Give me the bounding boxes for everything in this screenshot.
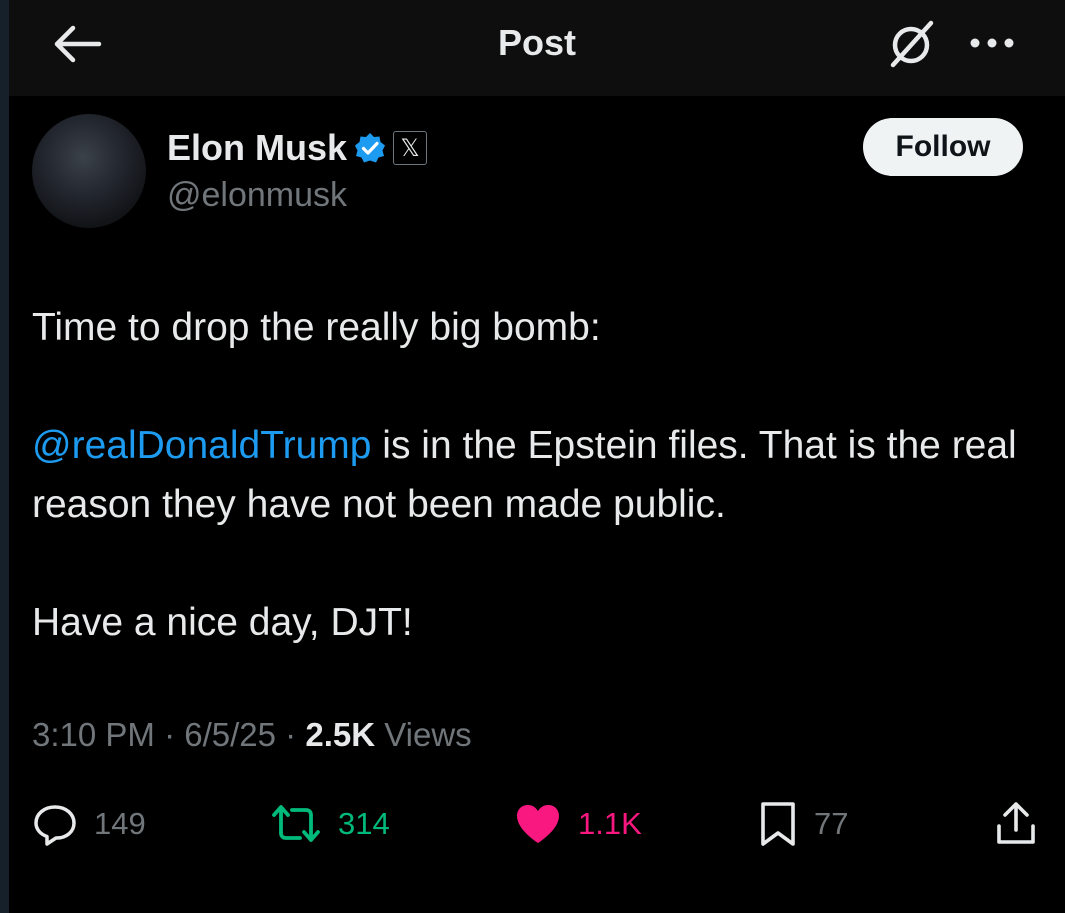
reply-count: 149 (94, 806, 146, 841)
views-count[interactable]: 2.5K (305, 716, 375, 753)
views-label: Views (384, 716, 472, 753)
grok-button[interactable] (881, 18, 941, 70)
post-line: Have a nice day, DJT! (32, 601, 413, 644)
reply-button[interactable]: 149 (32, 800, 146, 848)
post-text: Time to drop the really big bomb: @realD… (32, 298, 1032, 652)
mention-link[interactable]: @realDonaldTrump (32, 424, 371, 467)
post-time[interactable]: 3:10 PM (32, 716, 155, 753)
bookmark-icon (761, 802, 795, 846)
affiliate-badge[interactable]: 𝕏 (393, 131, 428, 165)
post-line: Time to drop the really big bomb: (32, 306, 601, 349)
top-bar: Post (9, 0, 1065, 96)
author-name[interactable]: Elon Musk (167, 127, 347, 169)
post-date[interactable]: 6/5/25 (184, 716, 276, 753)
repost-button[interactable]: 314 (270, 800, 390, 848)
repost-count: 314 (338, 806, 390, 841)
author-name-row: Elon Musk 𝕏 (167, 124, 428, 172)
bookmark-button[interactable]: 77 (758, 800, 848, 848)
follow-button[interactable]: Follow (863, 118, 1023, 176)
reply-icon (34, 805, 76, 846)
like-icon (517, 805, 559, 843)
post-paragraph: @realDonaldTrump is in the Epstein files… (32, 416, 1032, 534)
grok-icon (890, 20, 934, 68)
meta-separator: · (285, 716, 306, 753)
avatar[interactable] (32, 114, 146, 228)
more-options-button[interactable] (961, 26, 1023, 60)
bookmark-count: 77 (814, 806, 849, 841)
meta-separator: · (164, 716, 185, 753)
window-edge (0, 0, 9, 913)
share-icon (997, 802, 1035, 844)
verified-badge-icon (355, 133, 386, 163)
like-count: 1.1K (578, 806, 642, 841)
post-meta: 3:10 PM · 6/5/25 · 2.5K Views (32, 716, 472, 754)
share-button[interactable] (994, 800, 1038, 848)
repost-icon (272, 805, 320, 842)
like-button[interactable]: 1.1K (514, 800, 642, 848)
more-icon (970, 38, 1014, 48)
author-handle[interactable]: @elonmusk (167, 176, 347, 215)
